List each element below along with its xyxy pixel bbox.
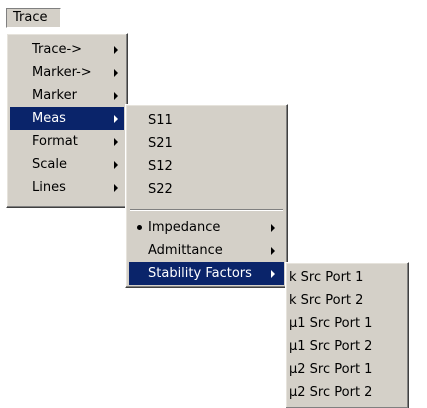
- menu-item-s11[interactable]: S11: [129, 109, 284, 132]
- menu-item-label: Format: [32, 134, 78, 149]
- menu-item-label: k Src Port 1: [289, 270, 364, 285]
- menu-item-label: Trace->: [32, 42, 83, 57]
- menu-item-label: Admittance: [148, 243, 223, 258]
- submenu-arrow-icon: [114, 184, 118, 192]
- submenu-arrow-icon: [271, 247, 275, 255]
- radio-bullet-icon: [137, 225, 142, 230]
- menu-item-marker[interactable]: Marker: [10, 84, 124, 107]
- submenu-arrow-icon: [114, 161, 118, 169]
- submenu-arrow-icon: [114, 69, 118, 77]
- menu-separator: [130, 209, 283, 211]
- menu-item-meas[interactable]: Meas: [10, 107, 124, 130]
- menu-item-s22[interactable]: S22: [129, 178, 284, 201]
- menu-item-label: k Src Port 2: [289, 293, 364, 308]
- menu-item-label: μ1 Src Port 1: [289, 316, 373, 331]
- submenu-arrow-icon: [114, 46, 118, 54]
- submenu-arrow-icon: [271, 224, 275, 232]
- menu-item-label: Stability Factors: [148, 266, 252, 281]
- menu-item-trace-arrow[interactable]: Trace->: [10, 38, 124, 61]
- submenu-arrow-icon: [114, 138, 118, 146]
- menu-item-k-src-port-1[interactable]: k Src Port 1: [289, 266, 405, 289]
- menu-item-impedance[interactable]: Impedance: [129, 216, 284, 239]
- menu-item-mu2-src-port-1[interactable]: μ2 Src Port 1: [289, 358, 405, 381]
- menu-item-k-src-port-2[interactable]: k Src Port 2: [289, 289, 405, 312]
- menu-item-label: S12: [148, 159, 173, 174]
- menu-item-s12[interactable]: S12: [129, 155, 284, 178]
- trace-menubar-label: Trace: [13, 10, 48, 25]
- meas-submenu: S11 S21 S12 S22 Impedance Admittance Sta…: [125, 104, 288, 288]
- menu-item-label: Lines: [32, 180, 66, 195]
- menu-item-label: Marker: [32, 88, 77, 103]
- menu-item-label: μ1 Src Port 2: [289, 339, 373, 354]
- menu-item-label: Impedance: [148, 220, 221, 235]
- menu-item-mu1-src-port-1[interactable]: μ1 Src Port 1: [289, 312, 405, 335]
- menu-item-label: Meas: [32, 111, 66, 126]
- menu-item-scale[interactable]: Scale: [10, 153, 124, 176]
- trace-menubar-button[interactable]: Trace: [6, 8, 61, 28]
- menu-item-label: Marker->: [32, 65, 92, 80]
- submenu-arrow-icon: [114, 92, 118, 100]
- stability-factors-submenu: k Src Port 1 k Src Port 2 μ1 Src Port 1 …: [285, 262, 409, 408]
- trace-menu: Trace-> Marker-> Marker Meas Format Scal…: [6, 33, 128, 208]
- menu-item-lines[interactable]: Lines: [10, 176, 124, 199]
- menu-item-mu2-src-port-2[interactable]: μ2 Src Port 2: [289, 381, 405, 404]
- submenu-arrow-icon: [114, 115, 118, 123]
- menu-item-s21[interactable]: S21: [129, 132, 284, 155]
- menu-item-marker-arrow[interactable]: Marker->: [10, 61, 124, 84]
- menu-item-label: S22: [148, 182, 173, 197]
- menu-item-admittance[interactable]: Admittance: [129, 239, 284, 262]
- submenu-arrow-icon: [271, 270, 275, 278]
- menu-item-label: μ2 Src Port 2: [289, 385, 373, 400]
- menu-item-label: Scale: [32, 157, 67, 172]
- menu-item-label: S21: [148, 136, 173, 151]
- menu-item-label: S11: [148, 113, 173, 128]
- menu-item-label: μ2 Src Port 1: [289, 362, 373, 377]
- menu-item-format[interactable]: Format: [10, 130, 124, 153]
- menu-item-stability-factors[interactable]: Stability Factors: [129, 262, 284, 285]
- menu-item-mu1-src-port-2[interactable]: μ1 Src Port 2: [289, 335, 405, 358]
